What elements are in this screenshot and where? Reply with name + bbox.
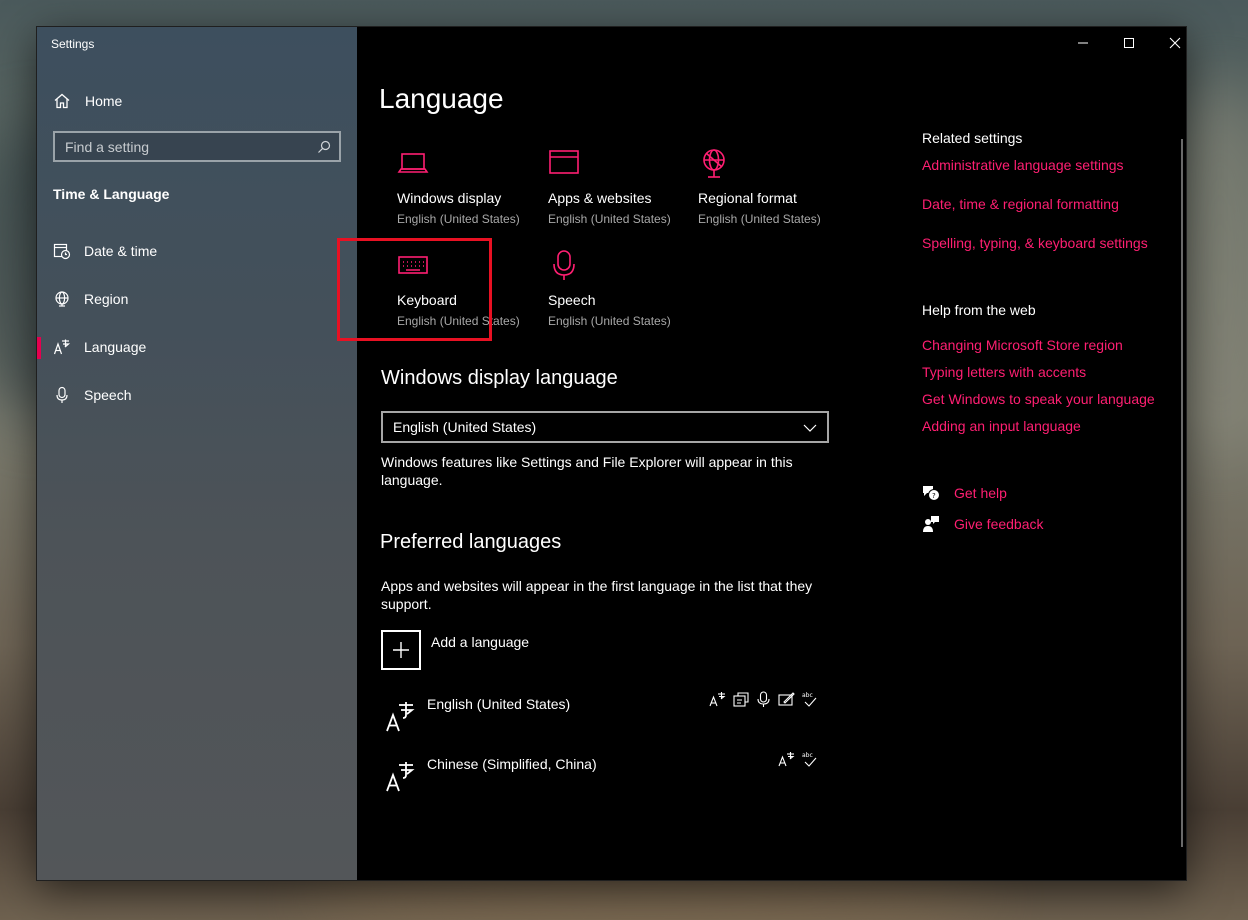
spellcheck-icon: abc — [802, 752, 817, 767]
related-settings-heading: Related settings — [922, 130, 1023, 146]
section-title: Time & Language — [53, 186, 170, 202]
add-language-label: Add a language — [431, 634, 530, 650]
link-spelling-typing-keyboard[interactable]: Spelling, typing, & keyboard settings — [922, 235, 1148, 251]
tile-sublabel: English (United States) — [548, 212, 671, 226]
home-icon — [54, 93, 70, 109]
tile-sublabel: English (United States) — [397, 314, 520, 328]
maximize-icon — [1124, 38, 1134, 48]
sidebar-item-label: Language — [84, 339, 147, 355]
link-add-input-language[interactable]: Adding an input language — [922, 418, 1081, 434]
language-features: abc — [709, 691, 818, 708]
close-icon — [1169, 37, 1181, 49]
link-store-region[interactable]: Changing Microsoft Store region — [922, 337, 1123, 353]
dropdown-value: English (United States) — [393, 419, 537, 435]
language-features: abc — [778, 751, 818, 768]
speech-recognition-icon — [757, 691, 770, 707]
microphone-icon — [56, 386, 68, 403]
tile-label: Windows display — [397, 190, 502, 206]
language-name: Chinese (Simplified, China) — [427, 756, 597, 772]
help-from-web-heading: Help from the web — [922, 302, 1036, 318]
main-content: Language Windows display English (United… — [337, 27, 1186, 880]
scrollbar[interactable] — [1181, 139, 1183, 847]
sidebar-item-label: Speech — [84, 387, 132, 403]
sidebar-item-date-time[interactable]: Date & time — [37, 231, 357, 271]
tile-keyboard[interactable]: Keyboard English (United States) — [379, 249, 529, 349]
globe-icon — [703, 149, 725, 178]
minimize-icon — [1078, 42, 1088, 44]
minimize-button[interactable] — [1060, 27, 1106, 59]
search-box — [53, 131, 341, 162]
svg-text:abc: abc — [802, 692, 813, 699]
window-title: Settings — [51, 37, 95, 51]
tile-label: Regional format — [698, 190, 797, 206]
display-language-icon — [778, 752, 795, 767]
add-box — [381, 630, 421, 670]
tile-speech[interactable]: Speech English (United States) — [530, 249, 680, 349]
handwriting-icon — [778, 692, 795, 706]
tile-apps-websites[interactable]: Apps & websites English (United States) — [530, 147, 680, 247]
calendar-clock-icon — [53, 243, 71, 260]
sidebar-item-region[interactable]: Region — [37, 279, 357, 319]
microphone-icon — [553, 250, 575, 280]
language-name: English (United States) — [427, 696, 571, 712]
display-language-dropdown[interactable]: English (United States) — [381, 411, 829, 443]
display-language-icon — [709, 692, 726, 707]
browser-window-icon — [549, 150, 579, 174]
give-feedback-link: Give feedback — [954, 516, 1044, 532]
get-help-link: Get help — [954, 485, 1007, 501]
laptop-icon — [397, 153, 429, 173]
link-date-time-regional[interactable]: Date, time & regional formatting — [922, 196, 1119, 212]
keyboard-icon — [398, 256, 428, 274]
display-language-description: Windows features like Settings and File … — [381, 454, 793, 488]
preferred-languages-heading: Preferred languages — [380, 531, 562, 553]
close-button[interactable] — [1152, 27, 1198, 59]
tile-sublabel: English (United States) — [397, 212, 520, 226]
language-icon — [53, 339, 71, 355]
spellcheck-icon: abc — [802, 692, 817, 707]
get-help-row[interactable]: ? Get help — [922, 484, 1007, 502]
language-row-english[interactable]: English (United States) abc — [381, 691, 826, 741]
sidebar-item-language[interactable]: Language — [37, 327, 357, 367]
svg-text:?: ? — [932, 492, 936, 500]
tile-sublabel: English (United States) — [698, 212, 821, 226]
tile-regional-format[interactable]: Regional format English (United States) — [680, 147, 830, 247]
sidebar-item-label: Region — [84, 291, 129, 307]
sidebar-item-label: Date & time — [84, 243, 158, 259]
tile-sublabel: English (United States) — [548, 314, 671, 328]
link-letters-accents[interactable]: Typing letters with accents — [922, 364, 1086, 380]
language-glyph-icon — [386, 702, 415, 732]
search-input[interactable] — [65, 138, 317, 155]
svg-text:abc: abc — [802, 752, 813, 759]
tile-label: Keyboard — [397, 292, 457, 308]
link-admin-language-settings[interactable]: Administrative language settings — [922, 157, 1124, 173]
maximize-button[interactable] — [1106, 27, 1152, 59]
language-row-chinese[interactable]: Chinese (Simplified, China) abc — [381, 751, 826, 801]
plus-icon — [393, 642, 409, 658]
language-glyph-icon — [386, 762, 415, 792]
text-to-speech-icon — [733, 692, 749, 707]
tile-label: Apps & websites — [548, 190, 652, 206]
sidebar-item-speech[interactable]: Speech — [37, 375, 357, 415]
tile-windows-display[interactable]: Windows display English (United States) — [379, 147, 529, 247]
globe-icon — [55, 291, 69, 307]
link-speak-language[interactable]: Get Windows to speak your language — [922, 391, 1155, 407]
tile-label: Speech — [548, 292, 596, 308]
feedback-icon — [923, 516, 939, 532]
search-icon[interactable] — [317, 140, 331, 154]
chevron-down-icon — [803, 424, 817, 432]
home-nav-item[interactable]: Home — [53, 90, 122, 112]
add-language-button[interactable]: Add a language — [381, 630, 529, 670]
settings-window: Settings Home Time & Language Date & tim… — [37, 27, 1186, 880]
page-title: Language — [379, 83, 504, 114]
display-language-heading: Windows display language — [381, 367, 618, 389]
help-chat-icon: ? — [923, 486, 940, 501]
preferred-languages-description: Apps and websites will appear in the fir… — [381, 578, 813, 612]
sidebar: Settings Home Time & Language Date & tim… — [37, 27, 357, 880]
home-label: Home — [85, 93, 123, 109]
give-feedback-row[interactable]: Give feedback — [922, 515, 1044, 533]
